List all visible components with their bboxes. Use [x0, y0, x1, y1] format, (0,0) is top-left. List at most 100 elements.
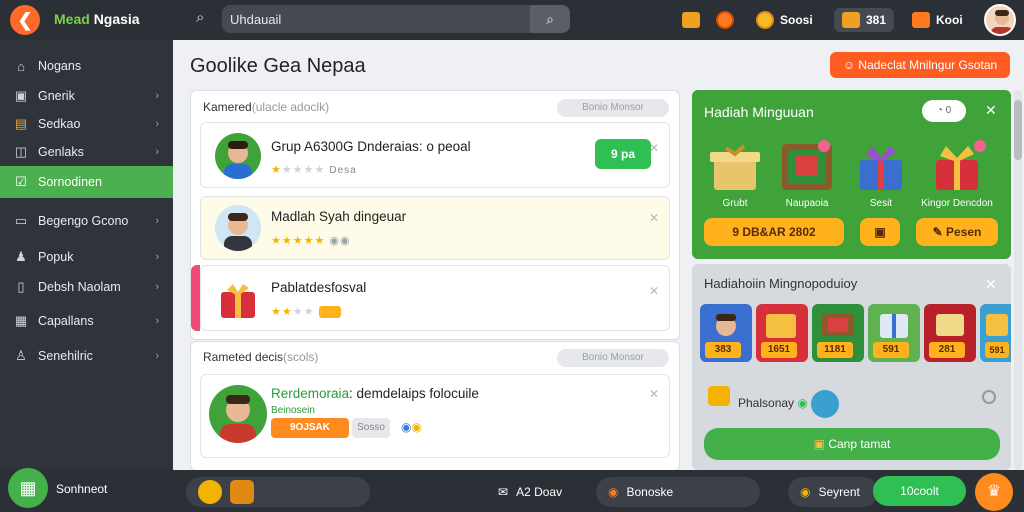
chest-icon: ▤	[14, 116, 28, 131]
trophy-button[interactable]: ♛	[975, 473, 1013, 511]
reward-row-label: Phalsonay ◉	[738, 390, 840, 418]
reward-tile[interactable]: 1651	[756, 304, 808, 362]
panel-filter-pill[interactable]: Bonio Monsor	[557, 349, 669, 367]
coin-stat[interactable]: Soosi	[756, 6, 813, 34]
bottom-doav-pill[interactable]: ✉ A2 Doav	[486, 477, 586, 507]
list-item[interactable]: Grup A6300G Dnderaias: o peoal ★★★★★ Des…	[200, 122, 670, 188]
claim-rewards-label: Canp tamat	[828, 437, 891, 451]
table-icon: ▦	[14, 313, 28, 328]
panel-filter-pill[interactable]: Bonio Monsor	[557, 99, 669, 117]
gift-box-icon	[215, 276, 261, 322]
search-icon[interactable]: ⌕	[196, 9, 204, 26]
search-box[interactable]: ⌕	[222, 5, 570, 33]
app-title-part-a: Mead	[54, 11, 94, 27]
weekly-gifts-panel: Hadiah Minguuan ◔ 0 ✕ Grubt Naupaoia Ses…	[692, 90, 1011, 259]
gift-box-red-icon[interactable]	[928, 138, 986, 194]
app-title: Mead Ngasia	[54, 11, 140, 27]
sidebar-item-label: Sornodinen	[38, 175, 102, 189]
claim-rewards-button[interactable]: ▣ Canp tamat	[704, 428, 1000, 460]
panel-heading-sub: (scols)	[283, 350, 319, 364]
sidebar-item-label: Sedkao	[38, 117, 81, 131]
reward-tile[interactable]: 281	[924, 304, 976, 362]
gift-label: Sesit	[869, 198, 893, 209]
sidebar-item-nogans[interactable]: ⌂ Nogans	[0, 51, 173, 81]
header-cta-button[interactable]: ☺ Nadeclat Mnilngur Gsotan	[830, 52, 1010, 78]
reward-tile[interactable]: 591	[980, 304, 1011, 362]
close-icon[interactable]: ✕	[985, 276, 997, 293]
chest-stat[interactable]: 381	[834, 6, 895, 34]
gifts-panel-title: Hadiah Minguuan	[704, 104, 814, 120]
list-item[interactable]: Pablatdesfosval ★★★★ ✕	[200, 265, 670, 331]
sidebar-item-begengo[interactable]: ▭ Begengo Gcono ›	[0, 206, 173, 236]
gifts-toggle[interactable]: ◔ 0	[922, 100, 966, 122]
gift-box-blue-icon[interactable]	[852, 138, 910, 194]
bottom-bonoske-pill[interactable]: ◉ Bonoske	[596, 477, 760, 507]
search-submit-icon[interactable]: ⌕	[530, 5, 570, 33]
profile-avatar[interactable]	[984, 4, 1016, 36]
claim-gift-button[interactable]: 9 DB&AR 2802	[704, 218, 844, 246]
sidebar-item-sornodinen[interactable]: ☑ Sornodinen	[0, 166, 173, 198]
sidebar-item-debsh[interactable]: ▯ Debsh Naolam ›	[0, 272, 173, 302]
app-title-part-b: Ngasia	[93, 11, 140, 27]
gifts-toggle-value: 0	[945, 105, 952, 116]
flame-icon	[716, 11, 734, 29]
star-rating: ★★★★★ Desa	[271, 164, 357, 176]
gift-label: Grubt	[722, 198, 748, 209]
badge-icons: ◉◉	[401, 420, 422, 434]
gift-stat[interactable]: Kooi	[912, 6, 963, 34]
gift-box-gold-icon[interactable]	[706, 138, 764, 194]
sidebar-item-capallans[interactable]: ▦ Capallans ›	[0, 306, 173, 336]
panel-heading-text: Kamered	[203, 100, 252, 114]
gift-card-icon[interactable]	[778, 138, 836, 194]
reward-price: 1651	[761, 342, 797, 358]
reward-chip[interactable]: 9OJSAK	[271, 418, 349, 438]
sidebar-item-popuk[interactable]: ♟ Popuk ›	[0, 242, 173, 272]
sidebar-item-genlaks[interactable]: ◫ Genlaks ›	[0, 137, 173, 167]
bottom-resources-pill[interactable]	[186, 477, 370, 507]
secondary-chip[interactable]: Sosso	[352, 418, 390, 438]
join-button[interactable]: 9 pa	[595, 139, 651, 169]
reward-tile[interactable]: 1181	[812, 304, 864, 362]
star-rating: ★★★★★ ◉◉	[271, 235, 351, 247]
avatar	[215, 205, 261, 251]
check-icon: ☑	[15, 174, 27, 189]
reward-tile[interactable]: 383	[700, 304, 752, 362]
bottom-seyrent-label: Seyrent	[818, 485, 860, 499]
notifications-icon[interactable]	[682, 6, 700, 34]
reward-price: 1181	[817, 342, 853, 358]
close-icon[interactable]: ✕	[985, 102, 997, 119]
sidebar-item-label: Debsh Naolam	[38, 280, 121, 294]
sidebar-item-sedkao[interactable]: ▤ Sedkao ›	[0, 109, 173, 139]
bottom-green-button[interactable]: 10coolt	[873, 476, 966, 506]
pesen-button[interactable]: ✎ Pesen	[916, 218, 998, 246]
coin-bag-icon	[198, 480, 222, 504]
home-menu-button[interactable]: ▦	[8, 468, 48, 508]
cta-face-icon: ☺	[842, 58, 859, 72]
sidebar-item-label: Popuk	[38, 250, 74, 264]
bottom-seyrent-pill[interactable]: ◉ Seyrent	[788, 477, 878, 507]
badge-icons: ◉◉	[329, 235, 351, 247]
bag-icon: ◉	[800, 485, 811, 499]
list-item[interactable]: Madlah Syah dingeuar ★★★★★ ◉◉ ✕	[200, 196, 670, 260]
back-button[interactable]: ❮	[10, 5, 40, 35]
gift-chest-button[interactable]: ▣	[860, 218, 900, 246]
list-item-title: Grup A6300G Dnderaias: o peoal	[271, 139, 471, 154]
sidebar-item-label: Senehilric	[38, 349, 93, 363]
reward-tile[interactable]: 591	[868, 304, 920, 362]
close-icon[interactable]: ✕	[649, 387, 659, 401]
list-item[interactable]: Rerdemoraia: demdelaips folocuile Beinos…	[200, 374, 670, 458]
scrollbar-thumb[interactable]	[1014, 100, 1022, 160]
close-icon[interactable]: ✕	[649, 284, 659, 298]
sidebar-item-senehilric[interactable]: ♙ Senehilric ›	[0, 341, 173, 371]
search-input[interactable]	[230, 9, 520, 29]
bottom-doav-label: A2 Doav	[516, 485, 563, 499]
reward-radio[interactable]	[982, 390, 996, 404]
avatar	[209, 385, 267, 443]
sidebar-item-gnerik[interactable]: ▣ Gnerik ›	[0, 81, 173, 111]
list-item-meta: Desa	[329, 165, 357, 176]
pesen-button-label: Pesen	[946, 225, 982, 239]
mail-icon: ✉	[498, 485, 509, 499]
fire-icon[interactable]	[716, 6, 734, 34]
close-icon[interactable]: ✕	[649, 141, 659, 155]
close-icon[interactable]: ✕	[649, 211, 659, 225]
